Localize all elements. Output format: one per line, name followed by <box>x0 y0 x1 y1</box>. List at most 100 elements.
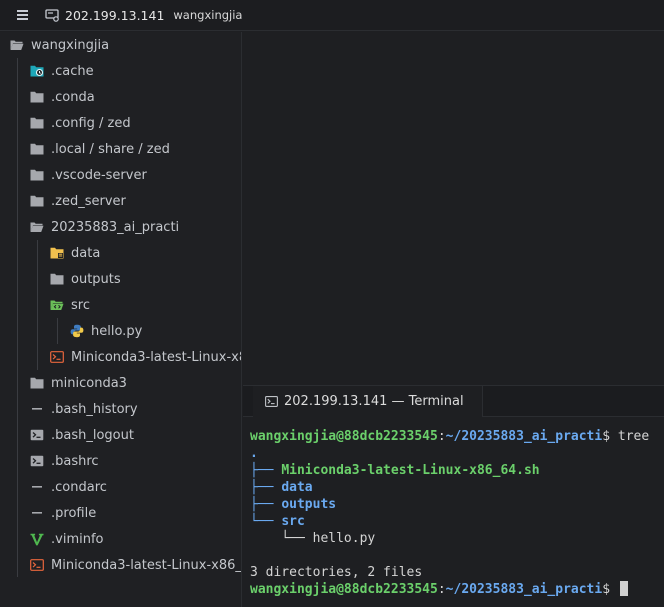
tree-entry-name: outputs <box>281 497 337 512</box>
data-folder-icon <box>50 246 64 260</box>
tree-item-label: 20235883_ai_practi <box>51 219 180 235</box>
indent-guide <box>37 240 38 370</box>
hamburger-menu-icon[interactable] <box>17 10 31 20</box>
tree-item-condarc[interactable]: .condarc <box>30 474 241 500</box>
title-bar: 202.199.13.141 wangxingjia <box>0 0 664 31</box>
tree-entry-name: Miniconda3-latest-Linux-x86_64.sh <box>281 463 540 478</box>
tree-item-label: .conda <box>51 89 95 105</box>
folder-icon <box>30 194 44 208</box>
tree-item-outputs[interactable]: outputs <box>50 266 241 292</box>
remote-server-icon[interactable] <box>45 8 59 22</box>
terminal-file-icon <box>30 454 44 468</box>
editor-area[interactable] <box>243 32 664 385</box>
tree-item-label: Miniconda3-latest-Linux-x86_64.sh <box>51 557 242 573</box>
terminal-line-prompt: wangxingjia@88dcb2233545:~/20235883_ai_p… <box>250 581 628 598</box>
tree-item-label: .config / zed <box>51 115 131 131</box>
tree-item-label: .local / share / zed <box>51 141 170 157</box>
tree-item-label: .viminfo <box>51 531 104 547</box>
tree-root-dot: . <box>250 446 258 461</box>
tree-output-line: └── src <box>250 513 305 530</box>
tree-item-conda[interactable]: .conda <box>30 84 241 110</box>
folder-open-icon <box>30 220 44 234</box>
indent-guide <box>17 58 18 577</box>
tree-item-config-zed[interactable]: .config / zed <box>30 110 241 136</box>
dotfile-icon <box>30 506 44 520</box>
tree-entry-name: src <box>281 514 305 529</box>
project-panel: wangxingjia .cache .conda .config / zed … <box>0 32 242 607</box>
tree-item-src[interactable]: src <box>50 292 241 318</box>
folder-icon <box>30 376 44 390</box>
terminal-tab-bar: 202.199.13.141 — Terminal <box>243 386 664 417</box>
src-folder-icon <box>50 298 64 312</box>
vim-icon <box>30 532 44 546</box>
terminal-cursor <box>619 581 628 596</box>
tree-item-label: src <box>71 297 90 313</box>
tree-item-bash-history[interactable]: .bash_history <box>30 396 241 422</box>
tree-summary-text: 3 directories, 2 files <box>250 565 423 580</box>
tab-terminal[interactable]: 202.199.13.141 — Terminal <box>253 386 483 417</box>
remote-user-label: wangxingjia <box>173 8 243 22</box>
prompt-user: wangxingjia@88dcb2233545 <box>250 582 438 597</box>
dotfile-icon <box>30 480 44 494</box>
tree-branch: └── <box>250 514 282 529</box>
tree-branch: ├── <box>250 463 282 478</box>
folder-icon <box>30 142 44 156</box>
python-file-icon <box>70 324 84 338</box>
cache-folder-icon <box>30 64 44 78</box>
typed-command: tree <box>617 429 650 444</box>
tree-item-label: data <box>71 245 101 261</box>
terminal-file-icon <box>30 428 44 442</box>
indent-guide <box>57 318 58 344</box>
prompt-path: ~/20235883_ai_practi <box>445 429 603 444</box>
terminal-output[interactable]: wangxingjia@88dcb2233545:~/20235883_ai_p… <box>243 418 664 607</box>
dotfile-icon <box>30 402 44 416</box>
folder-icon <box>30 116 44 130</box>
tree-item-label: Miniconda3-latest-Linux-x86_64.sh <box>71 349 241 365</box>
tree-summary: 3 directories, 2 files <box>250 564 422 581</box>
terminal-icon <box>265 396 278 407</box>
prompt-separator: : <box>437 582 446 597</box>
tree-output-root: . <box>250 445 258 462</box>
tree-item-zed-server[interactable]: .zed_server <box>30 188 241 214</box>
prompt-symbol: $ <box>602 429 618 444</box>
tree-item-project-folder[interactable]: 20235883_ai_practi <box>30 214 241 240</box>
tree-item-viminfo[interactable]: .viminfo <box>30 526 241 552</box>
shell-script-icon <box>30 558 44 572</box>
remote-host-label[interactable]: 202.199.13.141 <box>65 8 164 23</box>
tree-item-profile[interactable]: .profile <box>30 500 241 526</box>
prompt-user: wangxingjia@88dcb2233545 <box>250 429 438 444</box>
tree-item-label: .cache <box>51 63 94 79</box>
tree-item-vscode-server[interactable]: .vscode-server <box>30 162 241 188</box>
tree-root-wangxingjia[interactable]: wangxingjia <box>10 32 241 58</box>
tree-item-bash-logout[interactable]: .bash_logout <box>30 422 241 448</box>
folder-icon <box>30 90 44 104</box>
folder-icon <box>30 168 44 182</box>
tree-output-line: ├── data <box>250 479 313 496</box>
prompt-symbol: $ <box>602 582 618 597</box>
tree-output-line: ├── Miniconda3-latest-Linux-x86_64.sh <box>250 462 540 479</box>
tree-item-label: wangxingjia <box>31 37 110 53</box>
tree-item-cache[interactable]: .cache <box>30 58 241 84</box>
tree-item-label: .bash_logout <box>51 427 134 443</box>
tree-branch: ├── <box>250 480 282 495</box>
shell-script-icon <box>50 350 64 364</box>
prompt-path: ~/20235883_ai_practi <box>445 582 603 597</box>
tree-item-label: .profile <box>51 505 97 521</box>
tree-branch: ├── <box>250 497 282 512</box>
tree-item-local-share-zed[interactable]: .local / share / zed <box>30 136 241 162</box>
tree-item-label: miniconda3 <box>51 375 127 391</box>
tree-item-bashrc[interactable]: .bashrc <box>30 448 241 474</box>
tree-item-hello-py[interactable]: hello.py <box>70 318 241 344</box>
tree-item-miniconda-installer-nested[interactable]: Miniconda3-latest-Linux-x86_64.sh <box>50 344 241 370</box>
tree-item-label: .zed_server <box>51 193 126 209</box>
tree-item-label: hello.py <box>91 323 143 339</box>
tree-output-line: ├── outputs <box>250 496 336 513</box>
tree-output-line: └── hello.py <box>250 530 375 547</box>
tree-item-label: .vscode-server <box>51 167 147 183</box>
folder-icon <box>50 272 64 286</box>
terminal-line-command: wangxingjia@88dcb2233545:~/20235883_ai_p… <box>250 428 649 445</box>
tree-item-miniconda3[interactable]: miniconda3 <box>30 370 241 396</box>
tree-item-miniconda-installer[interactable]: Miniconda3-latest-Linux-x86_64.sh <box>30 552 242 578</box>
tree-item-data[interactable]: data <box>50 240 241 266</box>
folder-open-icon <box>10 38 24 52</box>
